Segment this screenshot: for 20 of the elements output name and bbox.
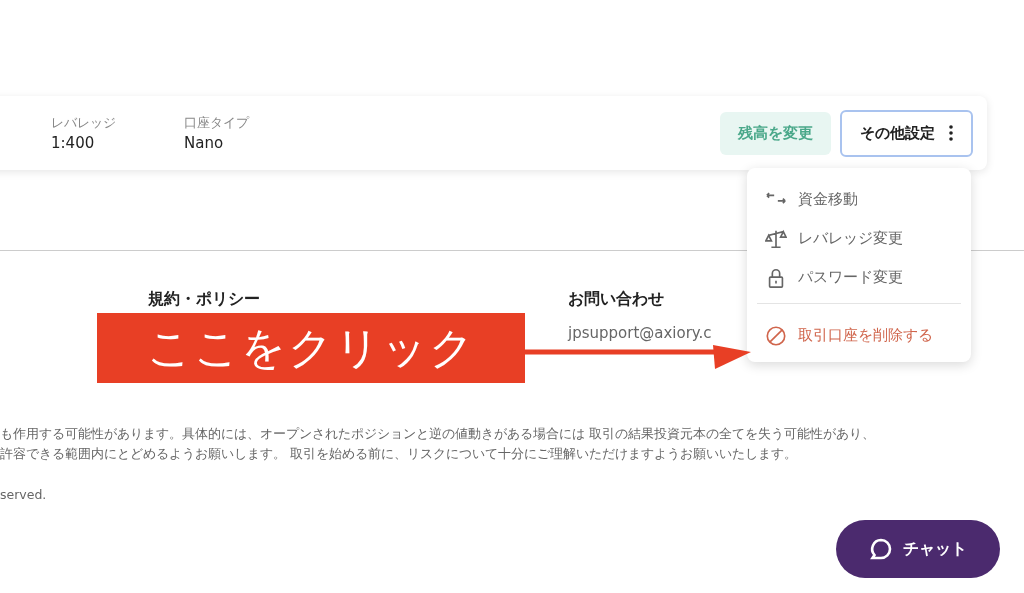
field-value: 1:400: [51, 134, 96, 152]
more-settings-button[interactable]: その他設定: [840, 109, 973, 157]
menu-item[interactable]: 取引口座を削除する: [747, 316, 971, 355]
disclaimer-text: 許容できる範囲内にとどめるようお願いします。 取引を始める前に、リスクについて十分にご理解いただけますようお願いいたします。: [0, 446, 798, 463]
footer-heading: 規約・ポリシー: [148, 289, 261, 310]
disclaimer-text: も作用する可能性があります。具体的には、オープンされたポジションと逆の値動きがある場合には 取引の結果投資元本の全てを失う可能性があり、: [0, 426, 876, 443]
field-value: Nano: [184, 134, 225, 152]
footer-heading: お問い合わせ: [568, 289, 665, 310]
field-label: レバレッジ: [51, 114, 117, 132]
menu-item[interactable]: 資金移動: [747, 180, 971, 219]
chat-button[interactable]: チャット: [836, 520, 1000, 578]
copyright-text: served.: [0, 487, 48, 502]
more-icon: [949, 125, 953, 141]
prohibited-icon: [765, 324, 787, 347]
annotation-label: ここをクリック: [97, 313, 525, 383]
chat-bubble-icon: [869, 537, 893, 561]
menu-item[interactable]: レバレッジ変更: [747, 219, 971, 258]
menu-item[interactable]: パスワード変更: [747, 258, 971, 297]
scale-icon: [765, 227, 787, 250]
field-label: 口座タイプ: [184, 114, 251, 132]
